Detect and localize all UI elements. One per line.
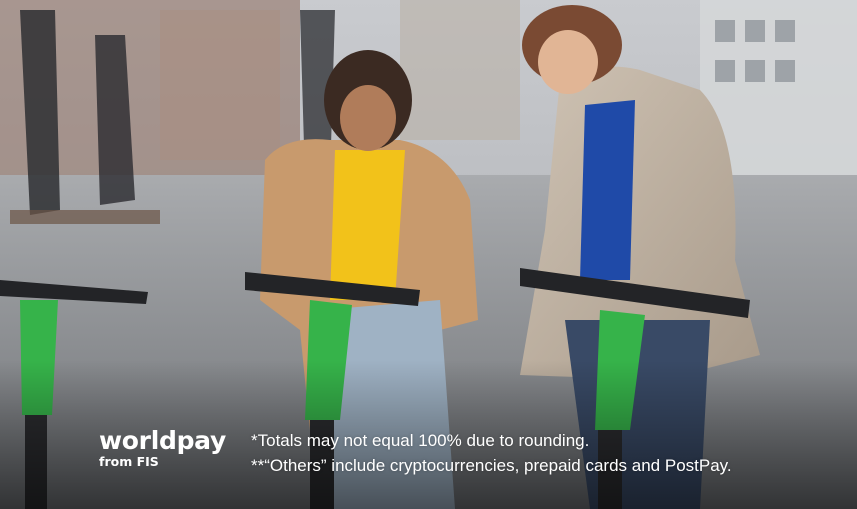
footnote-rounding: *Totals may not equal 100% due to roundi… (251, 431, 590, 450)
face-right (538, 30, 598, 94)
hero-photo: worldpay from FIS *Totals may not equal … (0, 0, 857, 509)
footnote-others: **“Others” include cryptocurrencies, pre… (251, 456, 732, 475)
face-left (340, 85, 396, 151)
yellow-top (330, 150, 405, 300)
footnotes: *Totals may not equal 100% due to roundi… (251, 428, 732, 478)
cafe-table (10, 210, 160, 224)
logo-subline: from FIS (99, 454, 159, 469)
worldpay-logo: worldpay from FIS (99, 428, 226, 469)
building-center (400, 0, 520, 140)
logo-wordmark: worldpay (99, 426, 226, 455)
blue-top (580, 100, 635, 280)
